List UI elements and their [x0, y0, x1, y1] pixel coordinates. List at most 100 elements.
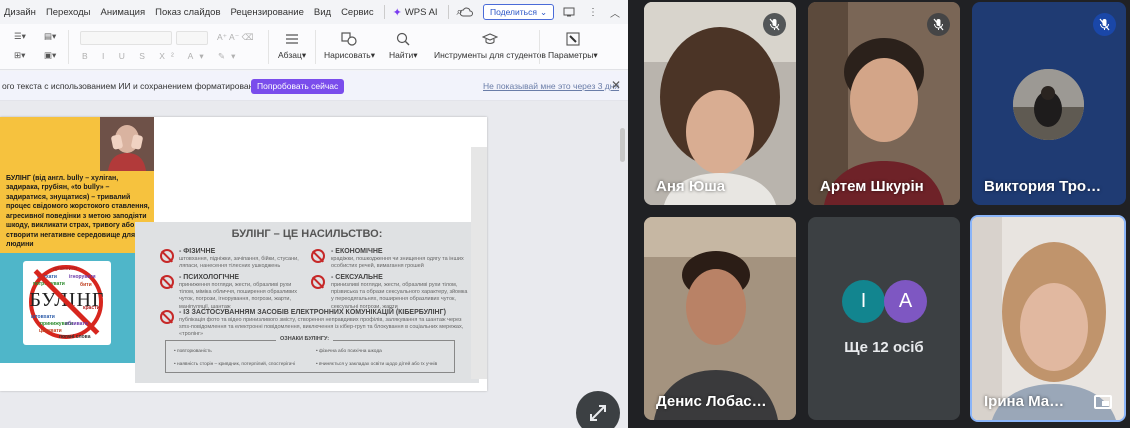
- reset-icon[interactable]: ▣▾: [44, 50, 56, 61]
- menu-slideshow[interactable]: Показ слайдов: [155, 7, 220, 18]
- more-icon[interactable]: ⋮: [588, 3, 598, 21]
- ribbon-toolbar: ☰▾ ▤▾ ⊞▾ ▣▾ A⁺ A⁻ ⌫ B I U S X² A▾ ✎▾ Абз…: [0, 24, 628, 70]
- share-button[interactable]: Поделиться ⌄: [483, 4, 555, 20]
- menu-divider: [447, 5, 449, 19]
- stamp-word: ігнорувати: [69, 274, 96, 280]
- settings-icon: [566, 30, 580, 47]
- stamp-word: поганi слова: [59, 334, 91, 340]
- menu-animation[interactable]: Анимация: [101, 7, 146, 18]
- prohibited-icon: [311, 249, 325, 263]
- paragraph-label: Абзац: [278, 50, 302, 60]
- type-sexual: - СЕКСУАЛЬНЕ принизливі погляди, жести, о…: [331, 274, 468, 310]
- menu-design[interactable]: Дизайн: [4, 7, 36, 18]
- params-label: Параметры: [548, 50, 594, 60]
- participant-video: [644, 217, 796, 420]
- participant-avatar: A: [884, 280, 927, 323]
- student-tools-button[interactable]: Инструменты для студентов: [434, 30, 546, 60]
- participant-name: Денис Лобас…: [656, 393, 767, 410]
- participant-tile[interactable]: Денис Лобас…: [644, 217, 796, 420]
- participant-tile[interactable]: Аня Юша: [644, 2, 796, 205]
- more-participants-label: Ще 12 осіб: [844, 339, 924, 356]
- present-icon[interactable]: [563, 3, 575, 21]
- participant-tile[interactable]: Виктория Тро…: [972, 2, 1126, 205]
- participant-name: Ірина Ма…: [984, 393, 1065, 410]
- layout-icon[interactable]: ☰▾: [14, 31, 26, 42]
- violence-types-panel: БУЛІНГ – ЦЕ НАСИЛЬСТВО: - ФІЗИЧНЕ штовхан…: [135, 222, 479, 383]
- participant-video: [972, 217, 1124, 420]
- participant-name: Виктория Тро…: [984, 178, 1102, 195]
- menu-divider: [383, 5, 385, 19]
- stamp-word: дражнити: [53, 266, 78, 272]
- participant-name: Аня Юша: [656, 178, 726, 195]
- stamp-word: бити: [80, 282, 92, 288]
- more-participants-tile[interactable]: I A Ще 12 осіб: [808, 217, 960, 420]
- type-psychological: - ПСИХОЛОГІЧНЕ приниження погляди, жести,…: [179, 274, 298, 310]
- stamp-word: обзивати: [65, 321, 88, 327]
- student-tools-label: Инструменты для студентов: [434, 50, 546, 60]
- participant-avatar-photo: [1013, 69, 1084, 140]
- prohibited-icon: [160, 249, 174, 263]
- sign-item: • наявність сторін – кривдник, потерпіли…: [174, 362, 295, 367]
- type-economic: - ЕКОНОМІЧНЕ крадіжки, пошкодження чи зни…: [331, 248, 464, 270]
- new-slide-icon[interactable]: ⊞▾: [14, 50, 25, 61]
- muted-mic-icon: [1093, 13, 1116, 36]
- graduation-cap-icon: [481, 30, 498, 47]
- wps-ai-label: WPS AI: [404, 6, 438, 18]
- section-icon[interactable]: ▤▾: [44, 31, 56, 42]
- vertical-scrollbar[interactable]: [620, 128, 625, 162]
- slide-canvas: БУЛІНГ (від англ. bully – хуліган, задир…: [0, 101, 628, 428]
- menu-transitions[interactable]: Переходы: [46, 7, 91, 18]
- muted-mic-icon: [927, 13, 950, 36]
- menu-view[interactable]: Вид: [314, 7, 331, 18]
- participant-tile[interactable]: Артем Шкурін: [808, 2, 960, 205]
- wps-presentation-window: Дизайн Переходы Анимация Показ слайдов Р…: [0, 0, 628, 428]
- signs-title: ОЗНАКИ БУЛІНГУ:: [276, 336, 334, 342]
- ribbon-divider: [268, 30, 269, 64]
- participant-tile[interactable]: Ірина Ма…: [970, 215, 1126, 422]
- slide-yellow-block: [0, 117, 100, 171]
- banner-message: ого текста с использованием ИИ и сохране…: [2, 81, 266, 91]
- params-button[interactable]: Параметры▾: [548, 30, 598, 61]
- shapes-icon: [341, 30, 358, 47]
- find-label: Найти: [389, 50, 414, 60]
- ribbon-divider: [539, 30, 540, 64]
- font-size-select[interactable]: [176, 31, 208, 45]
- muted-mic-icon: [763, 13, 786, 36]
- paragraph-button[interactable]: Абзац▾: [278, 30, 306, 61]
- share-label: Поделиться: [490, 7, 537, 17]
- menu-review[interactable]: Рецензирование: [231, 7, 304, 18]
- girl-photo: [100, 117, 154, 171]
- panel-title: БУЛІНГ – ЦЕ НАСИЛЬСТВО:: [231, 228, 383, 240]
- picture-in-picture-icon[interactable]: [1094, 395, 1112, 409]
- slide-thumbnail-strip: [471, 147, 487, 379]
- close-icon[interactable]: ✕: [611, 78, 621, 92]
- collapse-ribbon-icon[interactable]: ︿: [610, 3, 620, 21]
- menu-wps-ai[interactable]: ✦ WPS AI: [393, 6, 438, 19]
- sign-item: • фізична або психічна шкода: [316, 349, 382, 354]
- prohibited-icon: [160, 275, 174, 289]
- draw-button[interactable]: Нарисовать▾: [324, 30, 375, 61]
- participant-name: Артем Шкурін: [820, 178, 924, 195]
- find-button[interactable]: Найти▾: [389, 30, 418, 61]
- stamp-word: штовхати: [31, 314, 55, 320]
- cloud-sync-icon[interactable]: [460, 3, 473, 21]
- prohibited-icon: [160, 310, 174, 324]
- type-physical: - ФІЗИЧНЕ штовхання, підніжки, зачіпання,…: [179, 248, 299, 270]
- font-family-select[interactable]: [80, 31, 172, 45]
- menu-tools[interactable]: Сервис: [341, 7, 374, 18]
- draw-label: Нарисовать: [324, 50, 371, 60]
- grow-font-icon[interactable]: A⁺ A⁻ ⌫: [217, 32, 254, 43]
- try-now-button[interactable]: Попробовать сейчас: [251, 79, 345, 94]
- sign-item: • повторюваність: [174, 349, 212, 354]
- chevron-down-icon: ⌄: [539, 6, 548, 17]
- slide[interactable]: БУЛІНГ (від англ. bully – хуліган, задир…: [0, 117, 487, 391]
- participant-avatar: I: [842, 280, 885, 323]
- expand-icon[interactable]: [576, 391, 620, 428]
- dont-show-link[interactable]: Не показывай мне это через 3 дня: [483, 81, 619, 91]
- prohibited-icon: [311, 275, 325, 289]
- paragraph-icon: [285, 30, 299, 47]
- bullying-signs-box: ОЗНАКИ БУЛІНГУ: • повторюваність • фізич…: [165, 336, 455, 373]
- stop-bullying-stamp: дражнити брехати ігнорувати погрожувати …: [23, 261, 111, 345]
- ribbon-divider: [68, 30, 69, 64]
- font-style-buttons[interactable]: B I U S X² A▾ ✎▾: [82, 51, 241, 62]
